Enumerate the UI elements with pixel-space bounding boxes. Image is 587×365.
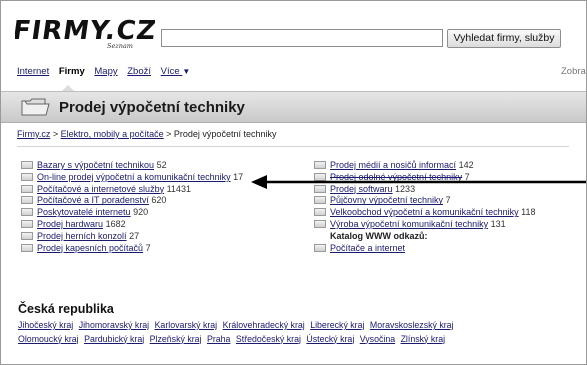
category-count: 52	[156, 160, 167, 170]
region-link[interactable]: Olomoucký kraj	[18, 334, 79, 344]
region-link[interactable]: Vysočina	[360, 334, 395, 344]
region-link[interactable]: Ústecký kraj	[306, 334, 354, 344]
region-link[interactable]: Praha	[207, 334, 230, 344]
region-link[interactable]: Liberecký kraj	[310, 320, 364, 330]
chevron-down-icon: ▼	[182, 67, 191, 76]
svg-text:Seznam: Seznam	[107, 42, 133, 50]
category-count: 7	[445, 195, 451, 206]
region-link[interactable]: Středočeský kraj	[236, 334, 301, 344]
region-links: Jihočeský kraj Jihomoravský kraj Karlova…	[18, 319, 498, 346]
nav-vice[interactable]: Více ▼	[161, 66, 191, 77]
region-link[interactable]: Moravskoslezský kraj	[370, 320, 454, 330]
category-link[interactable]: Poskytovatelé internetu	[37, 207, 131, 217]
category-list-left: Bazary s výpočetní technikou 52 On-line …	[21, 160, 243, 254]
category-item: Výroba výpočetní komunikační techniky 13…	[314, 219, 536, 231]
category-link[interactable]: Velkoobchod výpočetní a komunikační tech…	[330, 207, 519, 217]
region-link[interactable]: Plzeňský kraj	[150, 334, 202, 344]
category-item: Půjčovny výpočetní techniky 7	[314, 195, 536, 207]
region-link[interactable]: Jihomoravský kraj	[79, 320, 149, 330]
nav-right-text[interactable]: Zobra	[561, 66, 586, 77]
breadcrumb: Firmy.cz > Elektro, mobily a počítače > …	[17, 129, 276, 139]
category-link[interactable]: Prodej médií a nosičů informací	[330, 160, 456, 170]
category-link[interactable]: Bazary s výpočetní technikou	[37, 160, 154, 170]
folder-icon	[21, 219, 33, 228]
category-link[interactable]: Počítačové a IT poradenství	[37, 195, 149, 205]
category-link[interactable]: Počítačové a internetové služby	[37, 184, 164, 194]
search-input[interactable]	[161, 29, 443, 47]
folder-icon	[314, 161, 326, 169]
category-item: Poskytovatelé internetu 920	[21, 207, 243, 219]
region-link[interactable]: Pardubický kraj	[84, 334, 144, 344]
category-item: Prodej hardwaru 1682	[21, 219, 243, 231]
category-count: 920	[133, 207, 149, 218]
category-count: 131	[490, 218, 506, 229]
category-link[interactable]: Prodej herních konzolí	[37, 231, 127, 241]
category-count: 11431	[166, 183, 191, 194]
breadcrumb-category[interactable]: Elektro, mobily a počítače	[61, 129, 164, 139]
svg-text:FIRMY.CZ: FIRMY.CZ	[15, 16, 155, 46]
nav-internet[interactable]: Internet	[17, 66, 49, 77]
firmy-logo[interactable]: FIRMY.CZ Seznam	[11, 15, 159, 53]
region-link[interactable]: Jihočeský kraj	[18, 320, 73, 330]
page-title: Prodej výpočetní techniky	[59, 99, 245, 116]
folder-icon	[21, 184, 33, 193]
category-item: Počítačové a IT poradenství 620	[21, 195, 243, 207]
category-item: Prodej kapesních počítačů 7	[21, 243, 243, 255]
breadcrumb-home[interactable]: Firmy.cz	[17, 129, 50, 139]
folder-icon	[314, 196, 326, 205]
catalog-link[interactable]: Počítače a internet	[330, 243, 405, 253]
nav-vice-label: Více	[160, 66, 180, 77]
category-count: 7	[145, 242, 151, 253]
category-link[interactable]: Prodej hardwaru	[37, 219, 103, 229]
page-title-bar: Prodej výpočetní techniky	[1, 91, 586, 123]
top-navigation: Internet Firmy Mapy Zboží Více ▼	[17, 66, 197, 77]
category-link[interactable]: Půjčovny výpočetní techniky	[330, 195, 443, 205]
divider	[17, 146, 569, 147]
category-item: Bazary s výpočetní technikou 52	[21, 160, 243, 172]
category-item: Počítačové a internetové služby 11431	[21, 184, 243, 196]
nav-zbozi[interactable]: Zboží	[127, 66, 151, 77]
category-count: 17	[233, 171, 244, 182]
nav-mapy[interactable]: Mapy	[94, 66, 117, 77]
category-count: 27	[129, 230, 140, 241]
folder-icon	[21, 231, 33, 240]
folder-icon	[314, 243, 326, 252]
category-count: 620	[151, 195, 167, 206]
folder-icon	[21, 196, 33, 205]
page-frame: FIRMY.CZ Seznam Vyhledat firmy, služby I…	[0, 0, 587, 365]
category-item: Prodej médií a nosičů informací 142	[314, 160, 536, 172]
category-item: On-line prodej výpočetní a komunikační t…	[21, 172, 243, 184]
catalog-item: Počítače a internet	[314, 243, 536, 255]
category-count: 142	[458, 160, 474, 170]
search-button[interactable]: Vyhledat firmy, služby	[447, 29, 561, 48]
region-link[interactable]: Zlínský kraj	[401, 334, 445, 344]
folder-icon	[314, 208, 326, 217]
category-item: Velkoobchod výpočetní a komunikační tech…	[314, 207, 536, 219]
arrow-annotation	[251, 175, 586, 194]
category-link[interactable]: On-line prodej výpočetní a komunikační t…	[37, 172, 231, 182]
folder-icon	[21, 243, 33, 252]
category-count: 1682	[105, 218, 126, 229]
category-count: 118	[521, 207, 536, 218]
breadcrumb-current: > Prodej výpočetní techniky	[163, 129, 277, 139]
region-link[interactable]: Karlovarský kraj	[155, 320, 218, 330]
nav-firmy: Firmy	[58, 66, 85, 77]
breadcrumb-separator: >	[50, 129, 61, 139]
folder-icon	[21, 97, 51, 122]
region-link[interactable]: Královehradecký kraj	[223, 320, 305, 330]
folder-icon	[21, 161, 33, 169]
catalog-heading: Katalog WWW odkazů:	[330, 230, 428, 241]
category-item: Prodej herních konzolí 27	[21, 231, 243, 243]
region-section-title: Česká republika	[18, 302, 114, 316]
category-link[interactable]: Prodej kapesních počítačů	[37, 243, 143, 253]
folder-icon	[314, 219, 326, 228]
folder-icon	[21, 208, 33, 217]
category-link[interactable]: Výroba výpočetní komunikační techniky	[330, 219, 488, 229]
folder-icon	[21, 172, 33, 181]
